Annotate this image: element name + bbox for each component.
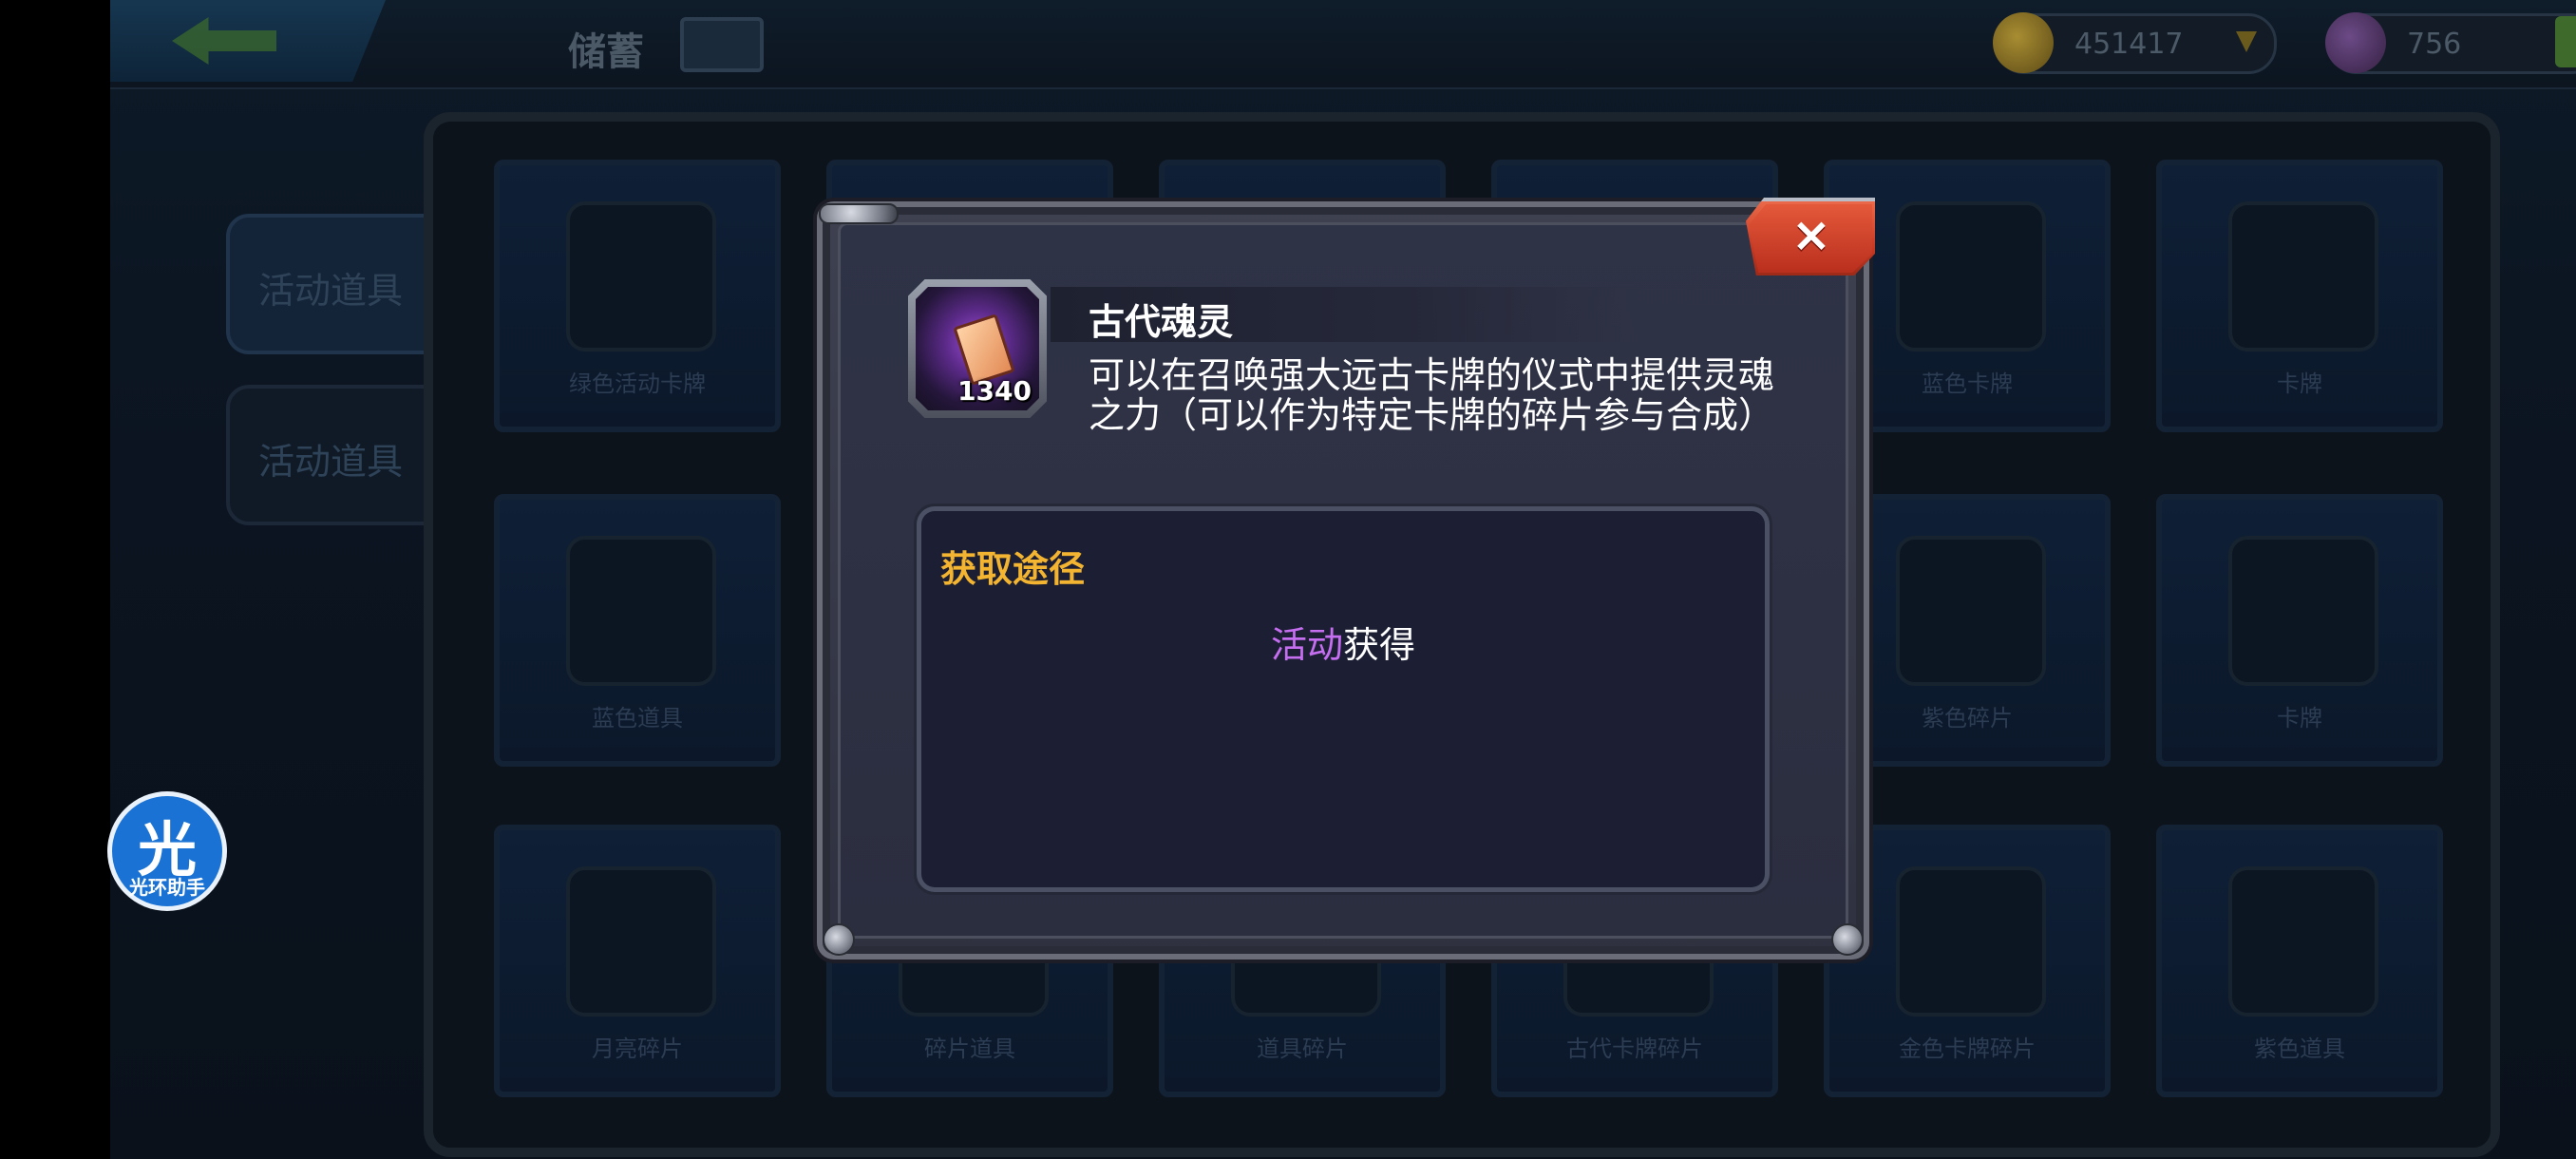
assistant-floating-button[interactable]: 光 光环助手 <box>112 796 222 906</box>
card-caption: 道具碎片 <box>1257 1036 1348 1062</box>
card-caption: 古代卡牌碎片 <box>1566 1036 1703 1062</box>
card-caption: 紫色道具 <box>2254 1036 2345 1062</box>
source-suffix: 获得 <box>1343 624 1416 666</box>
game-screen: 储蓄 451417 756 活动道具 活动道具 绿色活动卡牌 蓝色卡牌 卡牌 蓝色道具… <box>0 0 2576 1159</box>
gold-value: 451417 <box>2074 28 2184 61</box>
source-title: 获取途径 <box>940 548 1086 590</box>
add-gem-button[interactable] <box>2555 16 2576 67</box>
card-caption: 蓝色卡牌 <box>1922 370 2013 397</box>
item-description: 可以在召唤强大远古卡牌的仪式中提供灵魂之力（可以作为特定卡牌的碎片参与合成） <box>1089 354 1775 436</box>
gem-icon <box>2325 12 2386 73</box>
gem-currency[interactable]: 756 <box>2325 12 2576 74</box>
item-info-dialog: × 1340 古代魂灵 可以在召唤强大远古卡牌的仪式中提供灵魂之力（可以作为特定… <box>817 198 1875 960</box>
side-tab-label: 活动道具 <box>258 270 404 312</box>
card-caption: 碎片道具 <box>924 1036 1015 1062</box>
card-art-icon <box>2228 536 2378 686</box>
card-art-icon <box>2228 201 2378 352</box>
close-icon: × <box>1791 207 1831 262</box>
card-caption: 金色卡牌碎片 <box>1899 1036 2036 1062</box>
close-button[interactable]: × <box>1746 198 1875 276</box>
source-panel: 获取途径 活动获得 <box>921 511 1765 887</box>
item-card[interactable]: 卡牌 <box>2156 160 2443 432</box>
item-card[interactable]: 卡牌 <box>2156 494 2443 767</box>
page-title: 储蓄 <box>568 30 644 74</box>
item-card[interactable]: 月亮碎片 <box>494 825 781 1097</box>
card-art-icon <box>566 866 716 1016</box>
item-card[interactable]: 绿色活动卡牌 <box>494 160 781 432</box>
item-card[interactable]: 蓝色道具 <box>494 494 781 767</box>
source-entry[interactable]: 活动获得 <box>921 616 1765 668</box>
card-caption: 绿色活动卡牌 <box>569 370 706 397</box>
item-name: 古代魂灵 <box>1089 301 1234 343</box>
card-art-icon <box>1896 536 2046 686</box>
card-art-icon <box>1896 866 2046 1016</box>
card-art-icon <box>566 536 716 686</box>
gem-value: 756 <box>2407 28 2462 61</box>
card-caption: 蓝色道具 <box>592 705 683 732</box>
gold-currency[interactable]: 451417 <box>1993 12 2277 74</box>
frame-rivet <box>823 923 855 956</box>
frame-rivet <box>1831 923 1864 956</box>
dropdown-arrow-icon[interactable] <box>2236 31 2257 52</box>
item-card[interactable]: 紫色道具 <box>2156 825 2443 1097</box>
card-caption: 卡牌 <box>2277 370 2322 397</box>
back-button[interactable] <box>110 0 386 82</box>
card-caption: 月亮碎片 <box>592 1036 683 1062</box>
assistant-label: 光环助手 <box>129 876 205 899</box>
card-caption: 紫色碎片 <box>1922 705 2013 732</box>
item-count: 1340 <box>957 375 1032 407</box>
source-highlight: 活动 <box>1270 624 1343 666</box>
side-tab-1[interactable]: 活动道具 <box>226 214 433 354</box>
title-badge-icon <box>680 17 764 72</box>
side-tab-2[interactable]: 活动道具 <box>226 385 433 525</box>
back-arrow-icon <box>172 17 276 65</box>
top-bar: 储蓄 451417 756 <box>110 0 2576 89</box>
frame-rivet <box>819 203 899 224</box>
ancient-soul-icon: 1340 <box>916 287 1039 410</box>
side-tab-label: 活动道具 <box>258 441 404 483</box>
gold-coin-icon <box>1993 12 2054 73</box>
card-art-icon <box>2228 866 2378 1016</box>
card-art-icon <box>1896 201 2046 352</box>
card-caption: 卡牌 <box>2277 705 2322 732</box>
card-art-icon <box>566 201 716 352</box>
item-icon-frame: 1340 <box>908 279 1047 418</box>
